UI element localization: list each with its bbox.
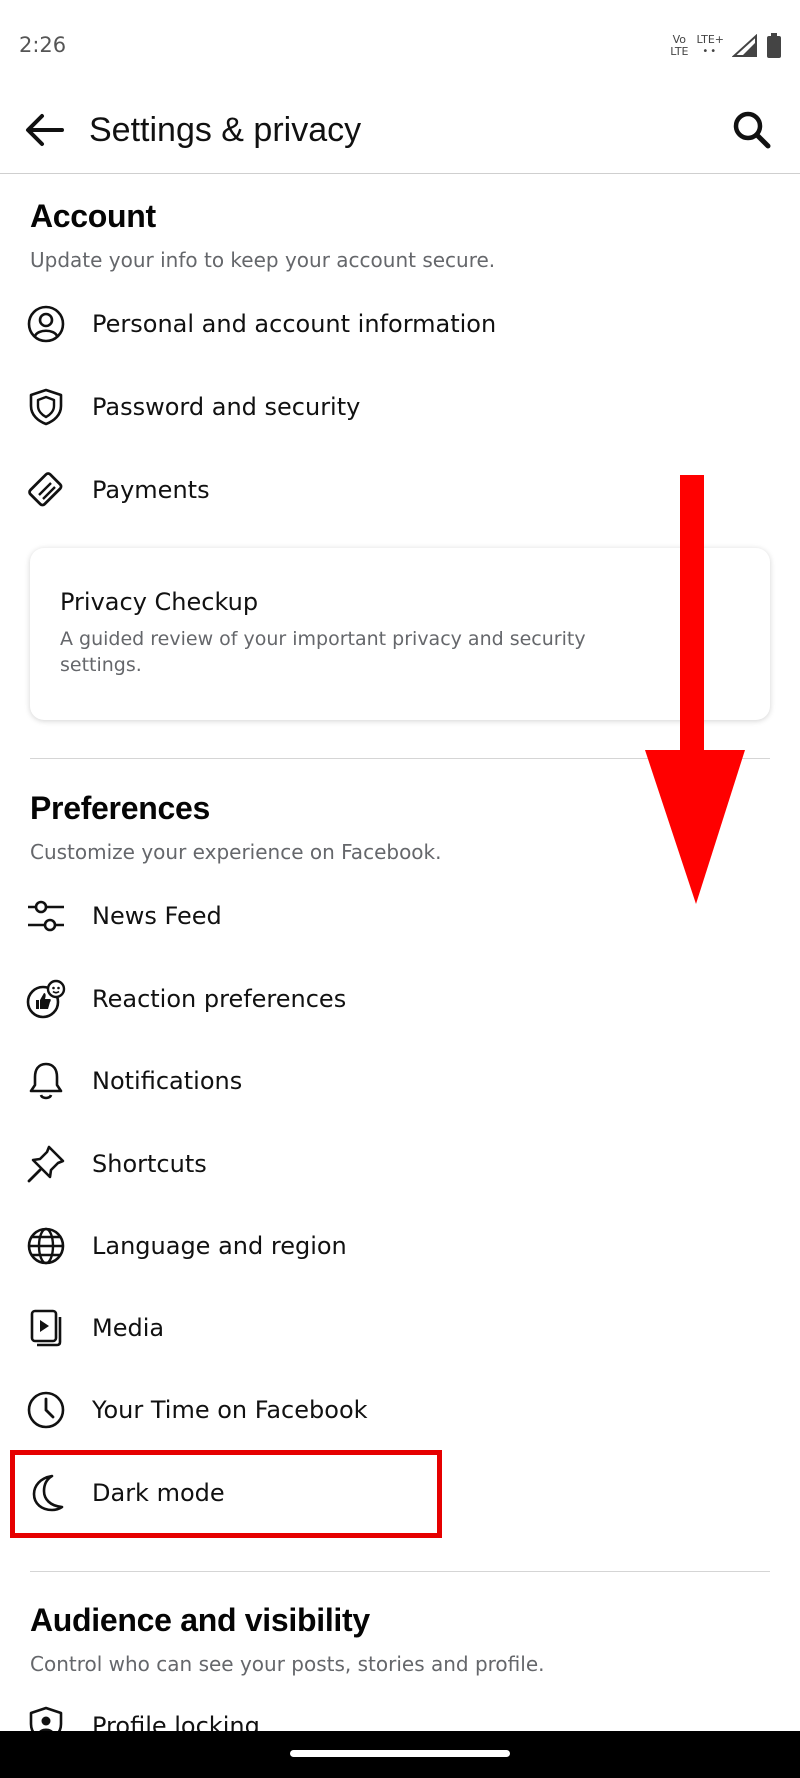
globe-icon (20, 1220, 72, 1272)
preferences-section-subtitle: Customize your experience on Facebook. (30, 840, 442, 864)
audience-section-subtitle: Control who can see your posts, stories … (30, 1652, 545, 1676)
menu-item-label: Personal and account information (92, 310, 497, 338)
menu-item-reaction-preferences[interactable]: Reaction preferences (14, 963, 774, 1035)
menu-item-password-security[interactable]: Password and security (14, 371, 774, 443)
highlight-box-annotation (10, 1450, 442, 1538)
menu-item-notifications[interactable]: Notifications (14, 1045, 774, 1117)
battery-icon (767, 33, 781, 58)
page-title: Settings & privacy (89, 111, 362, 149)
pin-icon (20, 1138, 72, 1190)
menu-item-label: Notifications (92, 1067, 243, 1095)
menu-item-personal-account-info[interactable]: Personal and account information (14, 288, 774, 360)
menu-item-label: Password and security (92, 393, 361, 421)
arrow-left-icon (26, 114, 64, 146)
home-gesture-pill[interactable] (290, 1750, 510, 1757)
section-divider (30, 1571, 770, 1572)
system-nav-bar (0, 1731, 800, 1778)
menu-item-language-region[interactable]: Language and region (14, 1210, 774, 1282)
menu-item-shortcuts[interactable]: Shortcuts (14, 1128, 774, 1200)
status-icons: Vo LTE LTE+ •• (670, 30, 782, 62)
media-icon (20, 1302, 72, 1354)
search-icon (733, 111, 771, 149)
clock-icon (20, 1384, 72, 1436)
volte-indicator: Vo LTE (670, 33, 689, 58)
status-bar: 2:26 Vo LTE LTE+ •• (0, 0, 800, 92)
menu-item-your-time[interactable]: Your Time on Facebook (14, 1374, 774, 1446)
reaction-icon (20, 973, 72, 1025)
signal-icon (732, 34, 757, 57)
user-circle-icon (20, 298, 72, 350)
menu-item-label: Language and region (92, 1232, 347, 1260)
menu-item-media[interactable]: Media (14, 1292, 774, 1364)
menu-item-label: Reaction preferences (92, 985, 347, 1013)
search-button[interactable] (728, 106, 776, 154)
audience-section-title: Audience and visibility (30, 1602, 370, 1638)
preferences-section-title: Preferences (30, 790, 210, 826)
red-arrow-annotation (645, 475, 745, 904)
menu-item-label: Media (92, 1314, 165, 1342)
menu-item-label: News Feed (92, 902, 222, 930)
privacy-checkup-title: Privacy Checkup (60, 588, 259, 616)
menu-item-label: Your Time on Facebook (92, 1396, 368, 1424)
bell-icon (20, 1055, 72, 1107)
app-header: Settings & privacy (0, 92, 800, 174)
shield-icon (20, 381, 72, 433)
back-button[interactable] (22, 108, 66, 152)
account-section-title: Account (30, 198, 156, 234)
status-time: 2:26 (19, 33, 67, 57)
tag-icon (20, 464, 72, 516)
sliders-icon (20, 890, 72, 942)
menu-item-label: Payments (92, 476, 210, 504)
menu-item-label: Shortcuts (92, 1150, 207, 1178)
account-section-subtitle: Update your info to keep your account se… (30, 248, 496, 272)
privacy-checkup-description: A guided review of your important privac… (60, 628, 586, 676)
lte-indicator: LTE+ •• (696, 33, 725, 58)
